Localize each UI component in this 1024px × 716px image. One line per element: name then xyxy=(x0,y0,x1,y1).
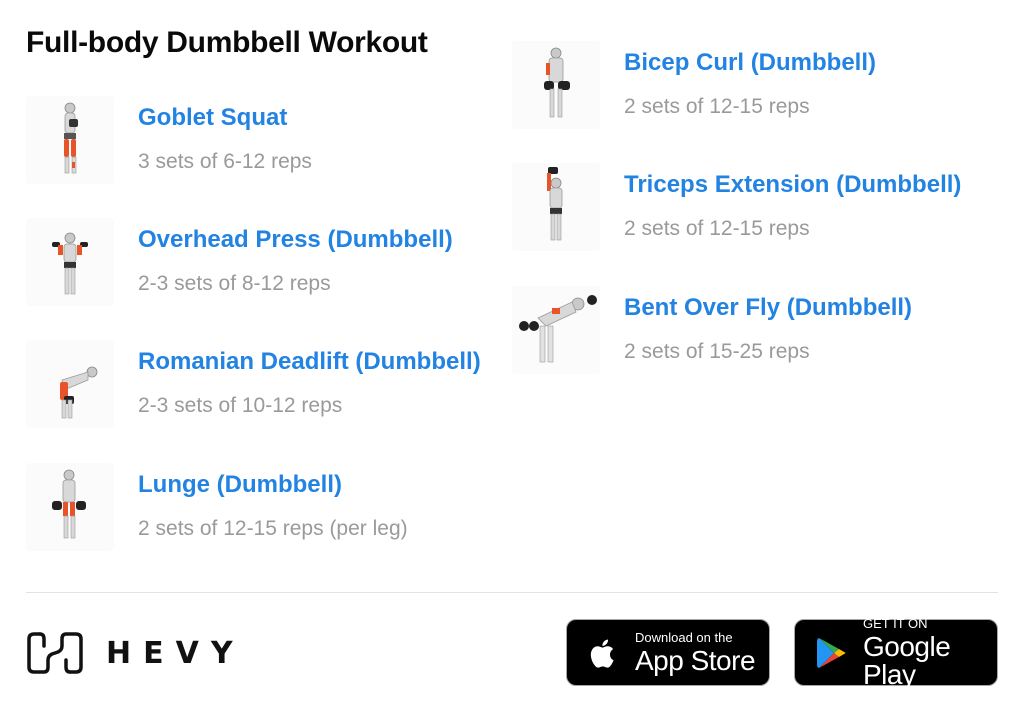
app-store-button[interactable]: Download on the App Store xyxy=(566,619,770,686)
exercise-item[interactable]: Bent Over Fly (Dumbbell) 2 sets of 15-25… xyxy=(512,286,1002,376)
exercise-sets: 2 sets of 15-25 reps xyxy=(624,340,810,363)
brand-name: HEVY xyxy=(106,635,245,671)
footer-divider xyxy=(26,592,998,593)
exercise-name[interactable]: Goblet Squat xyxy=(138,104,287,132)
google-play-icon xyxy=(817,637,846,668)
exercise-sets: 2 sets of 12-15 reps xyxy=(624,217,810,240)
exercise-item[interactable]: Bicep Curl (Dumbbell) 2 sets of 12-15 re… xyxy=(512,41,1002,131)
exercise-sets: 2 sets of 12-15 reps (per leg) xyxy=(138,517,408,540)
exercise-item[interactable]: Overhead Press (Dumbbell) 2-3 sets of 8-… xyxy=(26,218,506,308)
exercise-item[interactable]: Lunge (Dumbbell) 2 sets of 12-15 reps (p… xyxy=(26,463,506,553)
google-play-big-label: Google Play xyxy=(863,630,951,690)
apple-icon xyxy=(590,639,614,668)
exercise-name[interactable]: Bicep Curl (Dumbbell) xyxy=(624,49,876,77)
exercise-item[interactable]: Goblet Squat 3 sets of 6-12 reps xyxy=(26,96,506,186)
exercise-item[interactable]: Triceps Extension (Dumbbell) 2 sets of 1… xyxy=(512,163,1002,253)
exercise-item[interactable]: Romanian Deadlift (Dumbbell) 2-3 sets of… xyxy=(26,340,506,430)
exercise-name[interactable]: Lunge (Dumbbell) xyxy=(138,471,342,499)
romanian-deadlift-figure-icon xyxy=(26,340,114,428)
app-store-big-label: App Store xyxy=(635,644,756,676)
exercise-name[interactable]: Triceps Extension (Dumbbell) xyxy=(624,171,961,199)
exercise-name[interactable]: Overhead Press (Dumbbell) xyxy=(138,226,453,254)
google-play-button[interactable]: GET IT ON Google Play xyxy=(794,615,998,690)
goblet-squat-figure-icon xyxy=(26,96,114,184)
hevy-logo[interactable]: HEVY xyxy=(26,630,245,676)
exercise-name[interactable]: Romanian Deadlift (Dumbbell) xyxy=(138,348,481,376)
page-title: Full-body Dumbbell Workout xyxy=(26,26,428,59)
exercise-sets: 3 sets of 6-12 reps xyxy=(138,150,312,173)
hevy-mark-icon xyxy=(27,632,83,674)
exercise-name[interactable]: Bent Over Fly (Dumbbell) xyxy=(624,294,912,322)
bicep-curl-figure-icon xyxy=(512,41,600,129)
triceps-extension-figure-icon xyxy=(512,163,600,251)
overhead-press-figure-icon xyxy=(26,218,114,306)
google-play-small-label: GET IT ON xyxy=(863,615,928,631)
bent-over-fly-figure-icon xyxy=(512,286,600,374)
lunge-figure-icon xyxy=(26,463,114,551)
exercise-sets: 2-3 sets of 8-12 reps xyxy=(138,272,331,295)
exercise-sets: 2 sets of 12-15 reps xyxy=(624,95,810,118)
app-store-small-label: Download on the xyxy=(635,629,733,645)
exercise-sets: 2-3 sets of 10-12 reps xyxy=(138,394,343,417)
